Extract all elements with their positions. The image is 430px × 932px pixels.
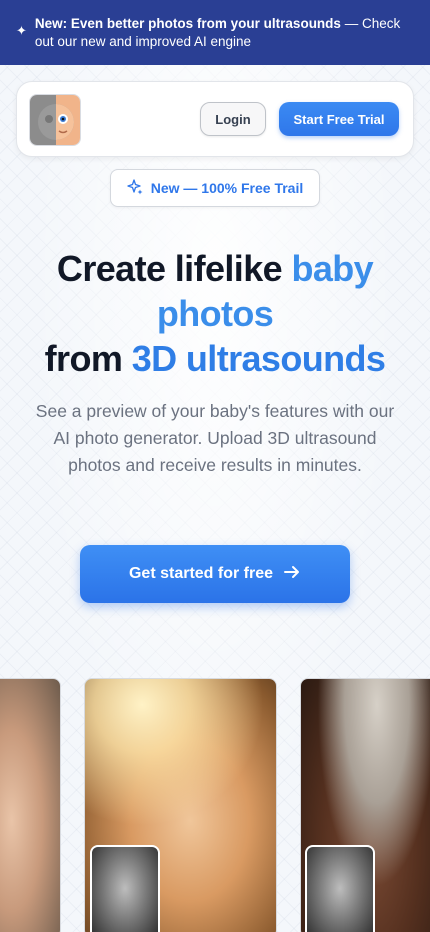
hero-line3-accent: 3D ultrasounds (131, 338, 386, 379)
baby-sunlight-photo (84, 678, 277, 932)
announcement-banner[interactable]: ✦ New: Even better photos from your ultr… (0, 0, 430, 65)
hero-subtitle: See a preview of your baby's features wi… (35, 401, 395, 475)
hero-line1-plain: Create lifelike (56, 248, 292, 289)
hero-line1-accent: baby (291, 248, 374, 289)
announcement-text: New: Even better photos from your ultras… (35, 15, 414, 65)
sparkle-icon: ✦ (16, 23, 27, 38)
get-started-button[interactable]: Get started for free (80, 545, 350, 603)
baby-face-logo[interactable] (29, 94, 81, 146)
announcement-bold: New: Even better photos from your ultras… (34, 16, 341, 31)
new-free-trial-pill[interactable]: New — 100% Free Trail (110, 169, 320, 207)
cta-label: Get started for free (128, 565, 274, 582)
sparkles-icon (127, 178, 143, 198)
login-button[interactable]: Login (200, 102, 266, 136)
hero-line3-plain: from (44, 338, 132, 379)
arrow-right-icon (283, 563, 301, 586)
ultrasound-thumbnail (90, 845, 160, 932)
ultrasound-thumbnail (305, 845, 375, 932)
baby-headband-photo (300, 678, 430, 932)
top-nav: Login Start Free Trial (16, 81, 414, 157)
sleeping-baby-photo (0, 678, 61, 932)
pill-label: New — 100% Free Trail (150, 180, 304, 196)
start-free-trial-button[interactable]: Start Free Trial (279, 102, 399, 136)
hero-heading: Create lifelike baby photos from 3D ultr… (20, 246, 410, 381)
hero-line2-accent: photos (156, 293, 274, 334)
